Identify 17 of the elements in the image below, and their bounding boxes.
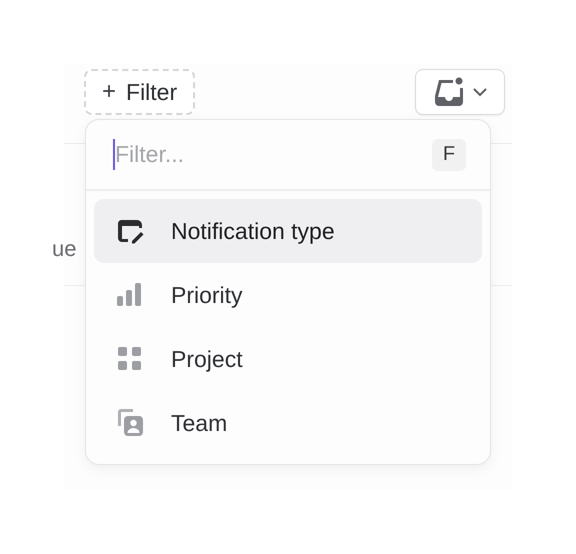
- menu-item[interactable]: Priority: [94, 263, 482, 327]
- team-icon: [115, 408, 145, 438]
- inbox-icon: [433, 77, 465, 107]
- menu-item[interactable]: Team: [94, 391, 482, 455]
- menu-item[interactable]: Notification type: [94, 199, 482, 263]
- plus-icon: +: [102, 78, 116, 106]
- chevron-down-icon: [473, 88, 487, 96]
- menu-item-label: Project: [171, 346, 243, 372]
- list-text: ue: [52, 236, 76, 262]
- filter-input[interactable]: Filter...: [113, 139, 365, 170]
- filter-button[interactable]: + Filter: [84, 69, 196, 115]
- shortcut-key: F: [432, 138, 466, 170]
- menu-item-label: Notification type: [171, 218, 335, 244]
- menu-item-label: Priority: [171, 282, 243, 308]
- menu-item-label: Team: [171, 410, 228, 436]
- menu-item[interactable]: Project: [94, 327, 482, 391]
- inbox-menu-button[interactable]: [415, 69, 505, 115]
